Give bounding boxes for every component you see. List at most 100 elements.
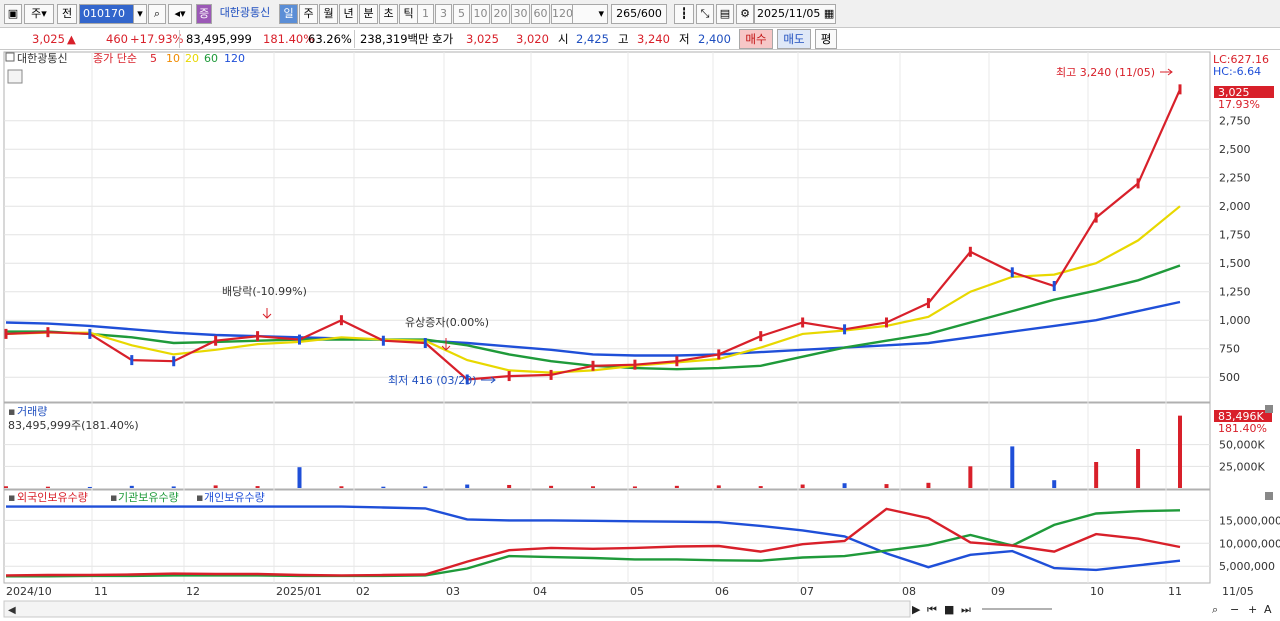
period-button-1[interactable]: 주 — [299, 4, 318, 24]
candle-mark — [675, 356, 679, 367]
type-label: 주 — [31, 7, 42, 20]
price-y-tick: 1,250 — [1219, 286, 1251, 299]
volume-bar — [632, 486, 637, 488]
nav-button-7[interactable]: A — [1264, 603, 1272, 616]
volume-close-icon[interactable] — [1265, 405, 1273, 413]
nav-button-0[interactable]: ▶ — [912, 603, 921, 616]
volume-pct-text: 181.40% — [1218, 422, 1267, 435]
type-select[interactable]: 주▾ — [24, 4, 54, 24]
price-y-tick: 1,500 — [1219, 257, 1251, 270]
search-icon[interactable]: ⌕ — [148, 4, 166, 24]
scroll-left-icon[interactable]: ◀ — [8, 605, 16, 616]
minute-button-3[interactable]: 10 — [471, 4, 490, 24]
minute-button-0[interactable]: 1 — [417, 4, 434, 24]
chart-svg[interactable]: 2,750 2,500 2,250 2,000 1,750 1,500 1,250 1,000… — [0, 50, 1280, 621]
period-button-0[interactable]: 일 — [279, 4, 298, 24]
volume-y-tick: 50,000K — [1219, 439, 1265, 452]
trade-amount: 238,319백만 — [360, 32, 429, 46]
horizontal-scrollbar[interactable] — [3, 600, 911, 618]
volume-bar — [4, 486, 8, 488]
volume-bar — [381, 486, 386, 488]
minute-button-7[interactable]: 120 — [551, 4, 573, 24]
period-button-5[interactable]: 초 — [379, 4, 398, 24]
price-y-tick: 1,000 — [1219, 314, 1251, 327]
candle-mark — [172, 356, 176, 367]
nav-button-5[interactable]: − — [1230, 603, 1239, 616]
candle-icon[interactable]: ┇ — [674, 4, 694, 24]
count-input[interactable]: 265/600 — [611, 4, 667, 24]
volume-bar — [758, 486, 763, 488]
x-axis-label: 11 — [1168, 585, 1182, 598]
price-panel[interactable] — [3, 51, 1211, 403]
candle-mark — [130, 355, 134, 366]
code-dropdown-icon[interactable]: ▾ — [133, 4, 147, 24]
date-input[interactable]: 2025/11/05 ▦ — [754, 4, 836, 24]
price-change: 460 — [106, 32, 128, 46]
price-y-tick: 1,750 — [1219, 229, 1251, 242]
candle-mark — [1010, 267, 1014, 278]
candle-mark — [801, 317, 805, 328]
price-title: 대한광통신 — [17, 52, 68, 65]
line-tool-icon[interactable]: ⤡ — [696, 4, 714, 24]
x-axis-label: 09 — [991, 585, 1005, 598]
period-button-2[interactable]: 월 — [319, 4, 338, 24]
chart-area[interactable]: 2,750 2,500 2,250 2,000 1,750 1,500 1,250 1,000… — [0, 50, 1280, 621]
x-axis-label: 10 — [1090, 585, 1104, 598]
nav-button-3[interactable]: ⏭ — [961, 603, 971, 616]
eval-button[interactable]: 평 — [815, 29, 837, 49]
annotation-high: 최고 3,240 (11/05) — [1056, 66, 1155, 79]
minute-button-2[interactable]: 5 — [453, 4, 470, 24]
volume-bar — [129, 485, 134, 488]
candle-mark — [591, 360, 595, 371]
holdings-y-tick: 15,000,000 — [1219, 514, 1280, 527]
calendar-icon[interactable]: ▦ — [824, 7, 834, 20]
menu-icon[interactable]: ▣ — [4, 4, 22, 24]
candle-mark — [968, 246, 972, 257]
minute-button-6[interactable]: 60 — [531, 4, 550, 24]
volume-panel[interactable] — [3, 402, 1211, 490]
x-axis-label: 06 — [715, 585, 729, 598]
stock-code-input[interactable]: 010170 — [79, 4, 134, 24]
period-button-3[interactable]: 년 — [339, 4, 358, 24]
minute-button-4[interactable]: 20 — [491, 4, 510, 24]
candle-mark — [885, 317, 888, 328]
holdings-close-icon[interactable] — [1265, 492, 1273, 500]
volume-bar — [1052, 480, 1057, 488]
date-value: 2025/11/05 — [757, 7, 821, 20]
nav-button-2[interactable]: ■ — [944, 603, 954, 616]
candle-mark — [507, 371, 511, 382]
toolbar: ▣ 주▾ 전 010170 ▾ ⌕ ◂▾ 증 대한광통신 일주월년분초틱 135… — [0, 0, 1280, 28]
hc-label: HC:-6.64 — [1213, 65, 1261, 78]
buy-button[interactable]: 매수 — [739, 29, 773, 49]
candle-mark — [1178, 84, 1182, 95]
calculator-icon[interactable] — [7, 69, 23, 84]
nav-button-1[interactable]: ⏮ — [927, 603, 937, 616]
legend-ma5: 5 — [150, 52, 157, 65]
nav-button-4[interactable]: ⌕ — [1212, 603, 1218, 616]
volume-value: 83,495,999주(181.40%) — [8, 419, 139, 432]
save-icon[interactable]: ▤ — [716, 4, 734, 24]
minute-button-1[interactable]: 3 — [435, 4, 452, 24]
minute-button-5[interactable]: 30 — [511, 4, 530, 24]
sell-button[interactable]: 매도 — [777, 29, 811, 49]
volume-bar — [842, 483, 847, 488]
period-button-6[interactable]: 틱 — [399, 4, 418, 24]
volume-bar — [507, 484, 512, 488]
candle-mark — [926, 298, 930, 309]
gear-icon[interactable]: ⚙ — [736, 4, 754, 24]
period-button-4[interactable]: 분 — [359, 4, 378, 24]
volume-bar — [716, 485, 721, 488]
unit-dropdown[interactable]: ▾ — [572, 4, 608, 24]
turnover: 63.26% — [308, 32, 352, 46]
candle-mark — [256, 331, 260, 342]
nav-button-6[interactable]: + — [1248, 603, 1257, 616]
divider — [179, 30, 180, 48]
holdings-y-tick: 10,000,000 — [1219, 537, 1280, 550]
speaker-icon[interactable]: ◂▾ — [168, 4, 192, 24]
price-y-tick: 750 — [1219, 343, 1240, 356]
prev-button[interactable]: 전 — [57, 4, 77, 24]
volume-bar — [968, 466, 973, 488]
legend-ma60: 60 — [204, 52, 218, 65]
annotation-rights: 유상증자(0.00%) — [405, 316, 489, 329]
volume-y-tick: 25,000K — [1219, 460, 1265, 473]
